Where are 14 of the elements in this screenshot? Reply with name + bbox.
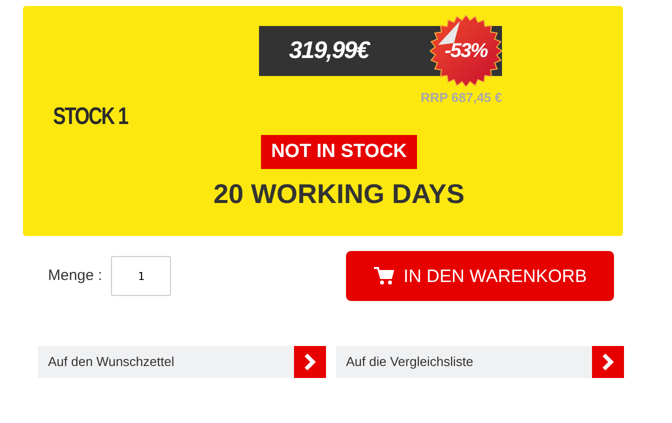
price: 319,99€ [289,36,369,66]
list-link[interactable]: Auf den Wunschzettel [38,346,326,378]
chevron-right-icon [294,346,326,378]
cart-icon [374,267,394,285]
list-link[interactable]: Auf die Vergleichsliste [336,346,624,378]
discount-badge: -53% [430,15,502,87]
delivery-time: 20 WORKING DAYS [213,178,465,211]
quantity-field[interactable]: 1 [111,256,172,296]
rrp-price: RRP 687,45 € [420,90,502,106]
add-to-cart-button[interactable]: IN DEN WARENKORB [346,251,614,301]
stock-label: STOCK 1 [53,103,128,131]
chevron-right-icon [592,346,624,378]
quantity-label: Menge : [48,266,102,286]
stock-status: NOT IN STOCK [261,135,417,169]
